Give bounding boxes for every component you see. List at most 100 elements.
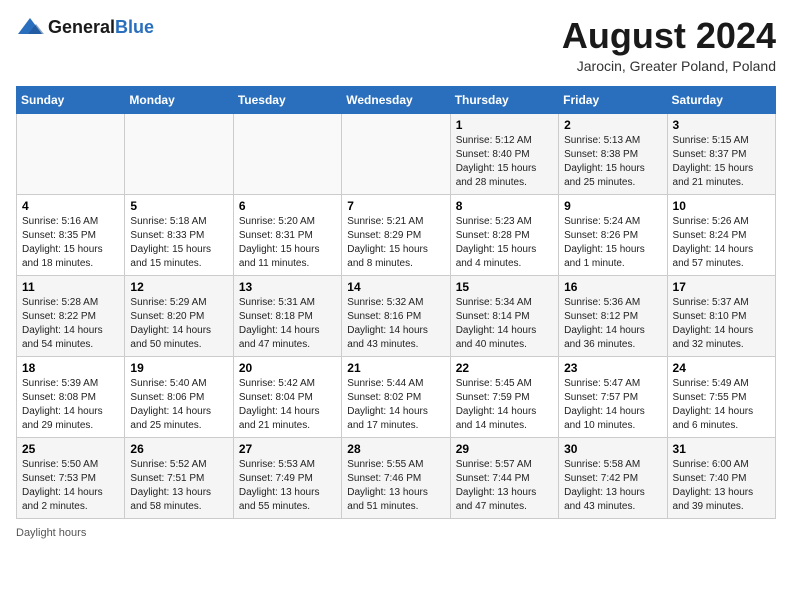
calendar-cell — [17, 113, 125, 194]
calendar-cell: 9 Sunrise: 5:24 AM Sunset: 8:26 PM Daylig… — [559, 194, 667, 275]
calendar-table: SundayMondayTuesdayWednesdayThursdayFrid… — [16, 86, 776, 519]
calendar-cell: 25Sunrise: 5:50 AM Sunset: 7:53 PM Dayli… — [17, 437, 125, 518]
calendar-cell: 21 Sunrise: 5:44 AM Sunset: 8:02 PM Dayli… — [342, 356, 450, 437]
day-number: 19 — [130, 361, 227, 375]
day-number: 7 — [347, 199, 444, 213]
calendar-cell: 1 Sunrise: 5:12 AM Sunset: 8:40 PM Daylig… — [450, 113, 558, 194]
header: GeneralBlue August 2024 Jarocin, Greater… — [16, 16, 776, 74]
day-number: 28 — [347, 442, 444, 456]
day-number: 31 — [673, 442, 770, 456]
day-info: Sunrise: 5:52 AM Sunset: 7:51 PM Dayligh… — [130, 458, 227, 514]
day-number: 16 — [564, 280, 661, 294]
day-info: Sunrise: 5:47 AM Sunset: 7:57 PM Dayligh… — [564, 377, 661, 433]
day-number: 20 — [239, 361, 336, 375]
calendar-cell: 12Sunrise: 5:29 AM Sunset: 8:20 PM Dayli… — [125, 275, 233, 356]
day-info: Sunrise: 6:00 AM Sunset: 7:40 PM Dayligh… — [673, 458, 770, 514]
calendar-cell: 19 Sunrise: 5:40 AM Sunset: 8:06 PM Dayli… — [125, 356, 233, 437]
calendar-cell: 18 Sunrise: 5:39 AM Sunset: 8:08 PM Dayli… — [17, 356, 125, 437]
logo-text-blue: Blue — [115, 17, 154, 37]
calendar-cell: 4 Sunrise: 5:16 AM Sunset: 8:35 PM Daylig… — [17, 194, 125, 275]
day-of-week-header: Sunday — [17, 86, 125, 113]
day-number: 13 — [239, 280, 336, 294]
day-number: 9 — [564, 199, 661, 213]
calendar-week-row: 1 Sunrise: 5:12 AM Sunset: 8:40 PM Daylig… — [17, 113, 776, 194]
day-number: 6 — [239, 199, 336, 213]
day-number: 18 — [22, 361, 119, 375]
calendar-header: SundayMondayTuesdayWednesdayThursdayFrid… — [17, 86, 776, 113]
logo-text-general: General — [48, 17, 115, 37]
calendar-cell: 30 Sunrise: 5:58 AM Sunset: 7:42 PM Dayli… — [559, 437, 667, 518]
calendar-cell: 2 Sunrise: 5:13 AM Sunset: 8:38 PM Daylig… — [559, 113, 667, 194]
calendar-cell — [342, 113, 450, 194]
day-number: 24 — [673, 361, 770, 375]
day-info: Sunrise: 5:24 AM Sunset: 8:26 PM Dayligh… — [564, 215, 661, 271]
calendar-cell: 28 Sunrise: 5:55 AM Sunset: 7:46 PM Dayli… — [342, 437, 450, 518]
day-number: 15 — [456, 280, 553, 294]
calendar-cell: 3Sunrise: 5:15 AM Sunset: 8:37 PM Daylig… — [667, 113, 775, 194]
calendar-cell: 15 Sunrise: 5:34 AM Sunset: 8:14 PM Dayli… — [450, 275, 558, 356]
day-number: 2 — [564, 118, 661, 132]
day-info: Sunrise: 5:57 AM Sunset: 7:44 PM Dayligh… — [456, 458, 553, 514]
day-info: Sunrise: 5:53 AM Sunset: 7:49 PM Dayligh… — [239, 458, 336, 514]
calendar-week-row: 11 Sunrise: 5:28 AM Sunset: 8:22 PM Dayli… — [17, 275, 776, 356]
calendar-cell: 26 Sunrise: 5:52 AM Sunset: 7:51 PM Dayli… — [125, 437, 233, 518]
logo-icon — [16, 16, 44, 38]
day-of-week-header: Monday — [125, 86, 233, 113]
day-number: 26 — [130, 442, 227, 456]
day-number: 11 — [22, 280, 119, 294]
day-info: Sunrise: 5:44 AM Sunset: 8:02 PM Dayligh… — [347, 377, 444, 433]
day-number: 8 — [456, 199, 553, 213]
day-info: Sunrise: 5:21 AM Sunset: 8:29 PM Dayligh… — [347, 215, 444, 271]
day-of-week-header: Saturday — [667, 86, 775, 113]
day-number: 21 — [347, 361, 444, 375]
day-info: Sunrise: 5:13 AM Sunset: 8:38 PM Dayligh… — [564, 134, 661, 190]
day-number: 5 — [130, 199, 227, 213]
day-of-week-header: Friday — [559, 86, 667, 113]
day-info: Sunrise: 5:37 AM Sunset: 8:10 PM Dayligh… — [673, 296, 770, 352]
day-number: 23 — [564, 361, 661, 375]
header-row: SundayMondayTuesdayWednesdayThursdayFrid… — [17, 86, 776, 113]
day-info: Sunrise: 5:55 AM Sunset: 7:46 PM Dayligh… — [347, 458, 444, 514]
day-number: 29 — [456, 442, 553, 456]
day-info: Sunrise: 5:20 AM Sunset: 8:31 PM Dayligh… — [239, 215, 336, 271]
day-info: Sunrise: 5:49 AM Sunset: 7:55 PM Dayligh… — [673, 377, 770, 433]
day-number: 1 — [456, 118, 553, 132]
day-number: 30 — [564, 442, 661, 456]
day-info: Sunrise: 5:40 AM Sunset: 8:06 PM Dayligh… — [130, 377, 227, 433]
calendar-cell: 24 Sunrise: 5:49 AM Sunset: 7:55 PM Dayli… — [667, 356, 775, 437]
day-info: Sunrise: 5:39 AM Sunset: 8:08 PM Dayligh… — [22, 377, 119, 433]
day-number: 27 — [239, 442, 336, 456]
day-of-week-header: Wednesday — [342, 86, 450, 113]
calendar-cell — [233, 113, 341, 194]
day-of-week-header: Tuesday — [233, 86, 341, 113]
day-info: Sunrise: 5:12 AM Sunset: 8:40 PM Dayligh… — [456, 134, 553, 190]
day-number: 4 — [22, 199, 119, 213]
day-of-week-header: Thursday — [450, 86, 558, 113]
calendar-cell: 17 Sunrise: 5:37 AM Sunset: 8:10 PM Dayli… — [667, 275, 775, 356]
calendar-cell: 27 Sunrise: 5:53 AM Sunset: 7:49 PM Dayli… — [233, 437, 341, 518]
day-number: 12 — [130, 280, 227, 294]
day-info: Sunrise: 5:18 AM Sunset: 8:33 PM Dayligh… — [130, 215, 227, 271]
calendar-cell: 11 Sunrise: 5:28 AM Sunset: 8:22 PM Dayli… — [17, 275, 125, 356]
subtitle: Jarocin, Greater Poland, Poland — [562, 58, 776, 74]
logo: GeneralBlue — [16, 16, 154, 38]
calendar-week-row: 4 Sunrise: 5:16 AM Sunset: 8:35 PM Daylig… — [17, 194, 776, 275]
day-info: Sunrise: 5:16 AM Sunset: 8:35 PM Dayligh… — [22, 215, 119, 271]
calendar-cell: 23 Sunrise: 5:47 AM Sunset: 7:57 PM Dayli… — [559, 356, 667, 437]
calendar-cell: 16 Sunrise: 5:36 AM Sunset: 8:12 PM Dayli… — [559, 275, 667, 356]
day-info: Sunrise: 5:23 AM Sunset: 8:28 PM Dayligh… — [456, 215, 553, 271]
calendar-cell: 8 Sunrise: 5:23 AM Sunset: 8:28 PM Daylig… — [450, 194, 558, 275]
calendar-cell — [125, 113, 233, 194]
day-info: Sunrise: 5:42 AM Sunset: 8:04 PM Dayligh… — [239, 377, 336, 433]
day-info: Sunrise: 5:34 AM Sunset: 8:14 PM Dayligh… — [456, 296, 553, 352]
day-number: 14 — [347, 280, 444, 294]
day-info: Sunrise: 5:28 AM Sunset: 8:22 PM Dayligh… — [22, 296, 119, 352]
day-number: 17 — [673, 280, 770, 294]
day-info: Sunrise: 5:31 AM Sunset: 8:18 PM Dayligh… — [239, 296, 336, 352]
day-info: Sunrise: 5:36 AM Sunset: 8:12 PM Dayligh… — [564, 296, 661, 352]
day-number: 22 — [456, 361, 553, 375]
main-title: August 2024 — [562, 16, 776, 56]
calendar-cell: 10Sunrise: 5:26 AM Sunset: 8:24 PM Dayli… — [667, 194, 775, 275]
calendar-cell: 29 Sunrise: 5:57 AM Sunset: 7:44 PM Dayli… — [450, 437, 558, 518]
day-info: Sunrise: 5:58 AM Sunset: 7:42 PM Dayligh… — [564, 458, 661, 514]
